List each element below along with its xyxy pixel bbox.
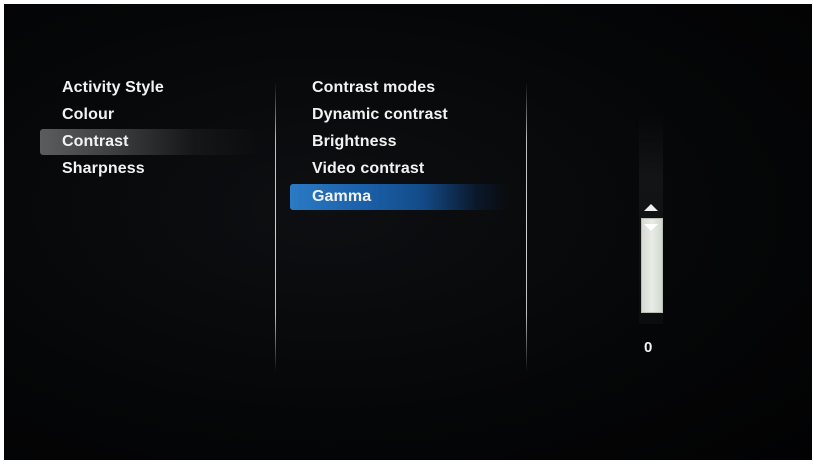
menu-item-label: Sharpness	[62, 160, 145, 177]
menu-divider	[526, 82, 527, 372]
menu-item-colour[interactable]: Colour	[40, 102, 260, 128]
menu-item-sharpness[interactable]: Sharpness	[40, 156, 260, 182]
submenu-item-brightness[interactable]: Brightness	[290, 129, 510, 155]
menu-item-label: Activity Style	[62, 79, 164, 96]
tv-settings-screen: Activity Style Colour Contrast Sharpness…	[4, 4, 812, 460]
submenu-item-label: Gamma	[312, 188, 372, 205]
arrow-up-icon[interactable]	[644, 204, 658, 211]
slider-value: 0	[644, 339, 653, 356]
submenu-item-label: Brightness	[312, 133, 397, 150]
menu-item-label: Contrast	[62, 133, 129, 150]
submenu-item-contrast-modes[interactable]: Contrast modes	[290, 75, 510, 101]
contrast-submenu: Contrast modes Dynamic contrast Brightne…	[290, 4, 526, 460]
menu-item-contrast[interactable]: Contrast	[40, 129, 260, 155]
submenu-item-label: Video contrast	[312, 160, 425, 177]
slider-track[interactable]	[641, 218, 663, 313]
submenu-item-dynamic-contrast[interactable]: Dynamic contrast	[290, 102, 510, 128]
arrow-down-icon[interactable]	[644, 224, 658, 231]
gamma-slider[interactable]: 0	[634, 114, 674, 374]
submenu-item-video-contrast[interactable]: Video contrast	[290, 156, 510, 182]
settings-category-menu: Activity Style Colour Contrast Sharpness	[40, 4, 270, 460]
submenu-item-label: Contrast modes	[312, 79, 436, 96]
menu-divider	[275, 82, 276, 372]
menu-item-label: Colour	[62, 106, 115, 123]
submenu-item-label: Dynamic contrast	[312, 106, 448, 123]
menu-item-activity-style[interactable]: Activity Style	[40, 75, 260, 101]
submenu-item-gamma[interactable]: Gamma	[290, 184, 510, 210]
